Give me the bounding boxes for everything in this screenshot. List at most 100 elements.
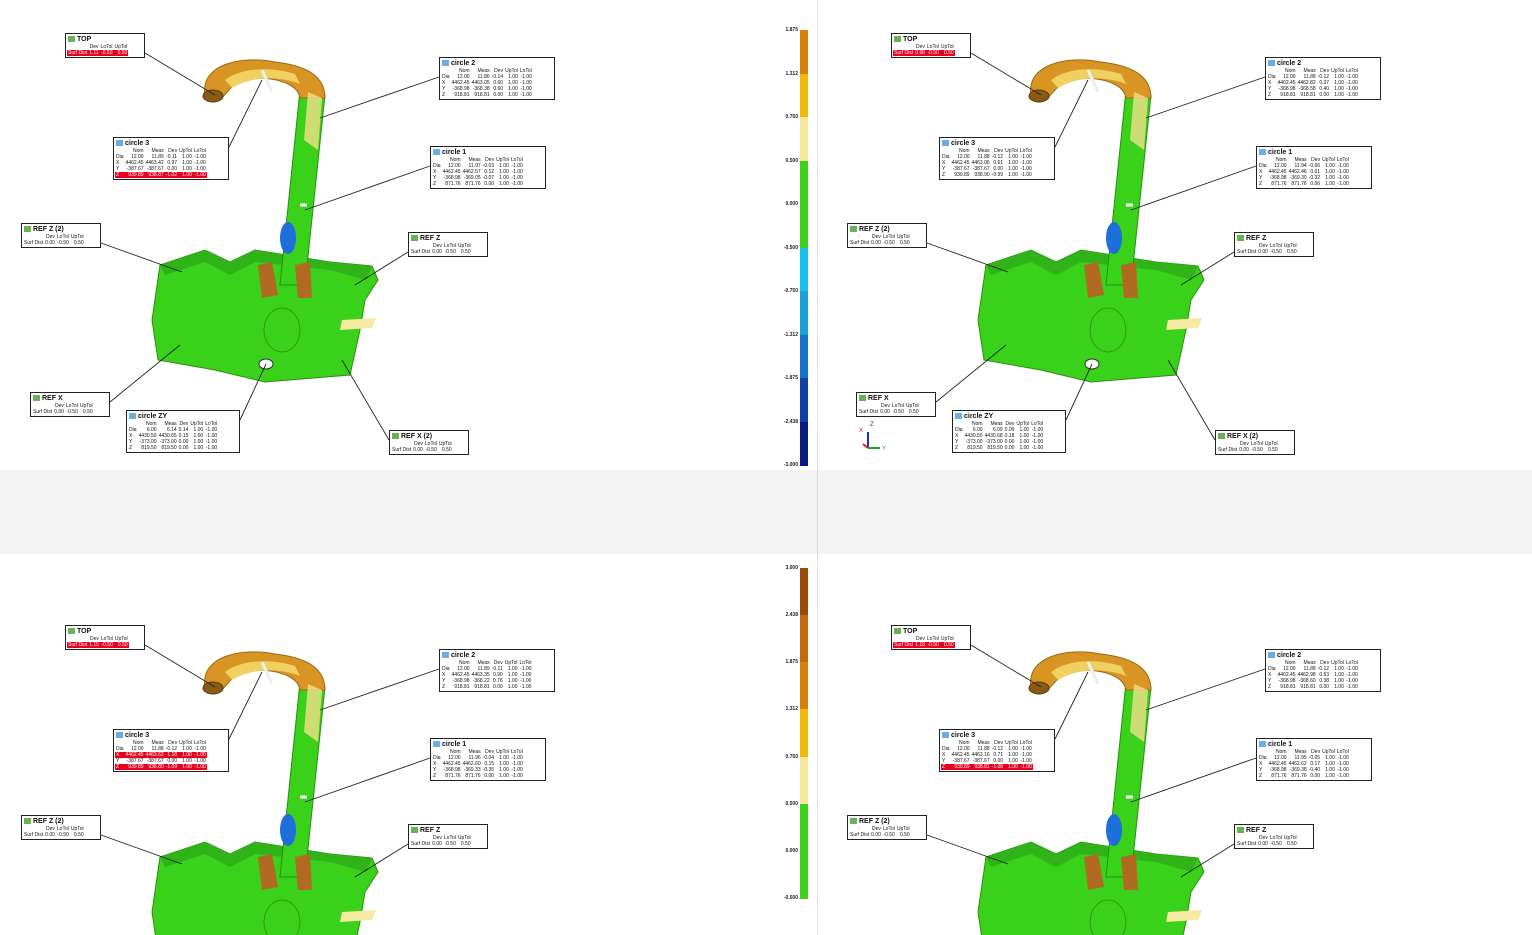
callout-circle3[interactable]: circle 3 Nom Meas Dev UpTol LoTol Dia 12.00 11… <box>939 137 1055 180</box>
circle-feature-icon <box>942 732 949 738</box>
callout-circlezy[interactable]: circle ZY Nom Meas Dev UpTol LoTol Dia 6.00 6.… <box>126 410 240 453</box>
callout-circle1[interactable]: circle 1 Nom Meas Dev UpTol LoTol Dia 12.00 11… <box>430 146 546 189</box>
callout-circlezy[interactable]: circle ZY Nom Meas Dev UpTol LoTol Dia 6.00 6.… <box>952 410 1066 453</box>
callout-refz2[interactable]: REF Z (2) Dev LoTol UpTol Surf Dist 0.00 -… <box>21 815 101 840</box>
viewport-panel-bottom-right[interactable]: TOP Dev LoTol UpTol Surf Dist 1.18 -0.50 0… <box>830 554 1532 935</box>
legend-tick-label: -2.438 <box>783 418 798 425</box>
callout-refz2[interactable]: REF Z (2) Dev LoTol UpTol Surf Dist 0.00 -… <box>847 223 927 248</box>
legend-segment <box>800 291 808 335</box>
table-row: Surf Dist 0.00 -0.50 0.50 <box>410 841 472 847</box>
part-model <box>977 651 1205 935</box>
callout-table: Nom Meas Dev UpTol LoTol Dia 12.00 11.88 -0.12 1… <box>941 148 1033 178</box>
callout-title: circle 3 <box>940 730 1054 740</box>
table-cell: 1.00 <box>1008 172 1018 178</box>
callout-title-text: circle 2 <box>451 60 476 67</box>
part-tube-opening <box>202 681 224 695</box>
table-cell: 0.50 <box>908 409 919 415</box>
callout-top[interactable]: TOP Dev LoTol UpTol Surf Dist 1.11 -0.50 0… <box>65 33 145 58</box>
table-cell: Surf Dist <box>850 240 870 246</box>
model-canvas[interactable] <box>0 0 770 470</box>
table-cell: 0.50 <box>73 832 84 838</box>
callout-circle2[interactable]: circle 2 Nom Meas Dev UpTol LoTol Dia 12.00 11… <box>439 649 555 692</box>
callout-title-text: TOP <box>903 36 918 43</box>
table-cell: Z <box>1268 92 1272 98</box>
table-cell: 1.00 <box>1325 773 1335 779</box>
table-row: Surf Dist 0.00 -0.50 0.50 <box>1217 447 1279 453</box>
legend-segment <box>800 117 808 161</box>
legend-tick-label: -1.875 <box>783 375 798 381</box>
callout-title: REF Z <box>409 233 487 243</box>
viewport-panel-top-right[interactable]: TOP Dev LoTol UpTol Surf Dist 0.98 -0.50 0… <box>830 0 1532 470</box>
table-cell: Surf Dist <box>893 642 915 648</box>
callout-top[interactable]: TOP Dev LoTol UpTol Surf Dist 1.18 -0.50 0… <box>891 625 971 650</box>
callout-table: Nom Meas Dev UpTol LoTol Dia 6.00 6.14 0.14 1.00… <box>128 421 218 451</box>
callout-refz[interactable]: REF Z Dev LoTol UpTol Surf Dist 0.00 -0.50… <box>1234 824 1314 849</box>
table-cell: 871.76 <box>465 773 481 779</box>
legend-segment <box>800 803 808 852</box>
callout-circle2[interactable]: circle 2 Nom Meas Dev UpTol LoTol Dia 12.00 11… <box>1265 57 1381 100</box>
table-cell: Surf Dist <box>24 240 44 246</box>
callout-refz2[interactable]: REF Z (2) Dev LoTol UpTol Surf Dist 0.00 -… <box>847 815 927 840</box>
callout-refx[interactable]: REF X Dev LoTol UpTol Surf Dist 0.00 -0.50… <box>856 392 936 417</box>
table-cell: 0.50 <box>441 447 452 453</box>
table-cell: Z <box>115 764 125 770</box>
callout-title: REF X (2) <box>1216 431 1294 441</box>
color-legend-bottom: 3.000 2.438 1.875 1.312 0.750 0.500 0.000 -0.50… <box>770 565 810 935</box>
viewport-panel-top-left[interactable]: TOP Dev LoTol UpTol Surf Dist 1.11 -0.50 0… <box>0 0 770 470</box>
callout-circle1[interactable]: circle 1 Nom Meas Dev UpTol LoTol Dia 12.00 11… <box>1256 146 1372 189</box>
leader-line <box>926 242 1009 273</box>
callout-refz[interactable]: REF Z Dev LoTol UpTol Surf Dist 0.00 -0.50… <box>408 232 488 257</box>
callout-refx2[interactable]: REF X (2) Dev LoTol UpTol Surf Dist 0.00 -… <box>1215 430 1295 455</box>
table-cell: Z <box>1259 773 1263 779</box>
legend-segment <box>800 421 808 466</box>
table-cell: -0.50 <box>425 447 437 453</box>
callout-circle2[interactable]: circle 2 Nom Meas Dev UpTol LoTol Dia 12.00 11… <box>439 57 555 100</box>
callout-circle1[interactable]: circle 1 Nom Meas Dev UpTol LoTol Dia 12.00 11… <box>1256 738 1372 781</box>
viewport-panel-bottom-left[interactable]: TOP Dev LoTol UpTol Surf Dist 1.15 -0.50 0… <box>0 554 770 935</box>
table-row: Surf Dist 0.98 -0.50 0.50 <box>893 50 955 56</box>
legend-tick-label: 3.000 <box>785 565 798 571</box>
table-cell: 1.00 <box>1325 181 1335 187</box>
model-canvas[interactable] <box>830 554 1532 935</box>
axis-y-label: Y <box>882 446 887 452</box>
table-cell: 918.81 <box>454 92 470 98</box>
callout-circle3[interactable]: circle 3 Nom Meas Dev UpTol LoTol Dia 12.00 11… <box>939 729 1055 772</box>
callout-refz2[interactable]: REF Z (2) Dev LoTol UpTol Surf Dist 0.00 -… <box>21 223 101 248</box>
callout-table: Dev LoTol UpTol Surf Dist 0.00 -0.50 0.50 <box>858 403 920 415</box>
callout-top[interactable]: TOP Dev LoTol UpTol Surf Dist 1.15 -0.50 0… <box>65 625 145 650</box>
table-cell: 0.50 <box>899 832 910 838</box>
part-rib-right <box>295 262 312 298</box>
callout-table: Dev LoTol UpTol Surf Dist 0.00 -0.50 0.50 <box>849 234 911 246</box>
table-row: Z 819.50 819.50 0.00 1.00 -1.00 <box>954 445 1044 451</box>
callout-table: Dev LoTol UpTol Surf Dist 1.18 -0.50 0.50 <box>893 636 955 648</box>
table-cell: -0.50 <box>1270 841 1282 847</box>
callout-refx[interactable]: REF X Dev LoTol UpTol Surf Dist 0.00 -0.50… <box>30 392 110 417</box>
circle-feature-icon <box>942 140 949 146</box>
callout-circle2[interactable]: circle 2 Nom Meas Dev UpTol LoTol Dia 12.00 11… <box>1265 649 1381 692</box>
part-rib-right <box>1121 854 1138 890</box>
table-cell: 0.00 <box>1319 684 1330 690</box>
table-cell: Surf Dist <box>1237 249 1257 255</box>
callout-circle1[interactable]: circle 1 Nom Meas Dev UpTol LoTol Dia 12.00 11… <box>430 738 546 781</box>
callout-circle3[interactable]: circle 3 Nom Meas Dev UpTol LoTol Dia 12.00 11… <box>113 729 229 772</box>
table-cell: Z <box>433 181 437 187</box>
table-cell: 939.89 <box>124 172 145 178</box>
callout-refz[interactable]: REF Z Dev LoTol UpTol Surf Dist 0.00 -0.50… <box>1234 232 1314 257</box>
callout-table: Nom Meas Dev UpTol LoTol Dia 12.00 11.97 -0.03 1… <box>432 157 524 187</box>
surface-feature-icon <box>850 226 857 232</box>
table-cell: Surf Dist <box>850 832 870 838</box>
table-cell: 0.00 <box>432 841 442 847</box>
table-row: Surf Dist 0.00 -0.50 0.50 <box>23 832 85 838</box>
callout-refz[interactable]: REF Z Dev LoTol UpTol Surf Dist 0.00 -0.50… <box>408 824 488 849</box>
callout-title-text: REF Z <box>1246 827 1267 834</box>
table-cell: -1.00 <box>1018 764 1033 770</box>
callout-circle3[interactable]: circle 3 Nom Meas Dev UpTol LoTol Dia 12.00 11… <box>113 137 229 180</box>
callout-top[interactable]: TOP Dev LoTol UpTol Surf Dist 0.98 -0.50 0… <box>891 33 971 58</box>
circle-feature-icon <box>1259 149 1266 155</box>
table-row: Surf Dist 1.18 -0.50 0.50 <box>893 642 955 648</box>
table-cell: -0.99 <box>991 172 1004 178</box>
callout-table: Nom Meas Dev UpTol LoTol Dia 12.00 11.86 -0.14 1… <box>441 68 533 98</box>
table-row: Z 871.76 871.76 0.00 1.00 -1.00 <box>432 773 524 779</box>
callout-refx2[interactable]: REF X (2) Dev LoTol UpTol Surf Dist 0.00 -… <box>389 430 469 455</box>
part-riser-blue-zone <box>1106 814 1122 846</box>
